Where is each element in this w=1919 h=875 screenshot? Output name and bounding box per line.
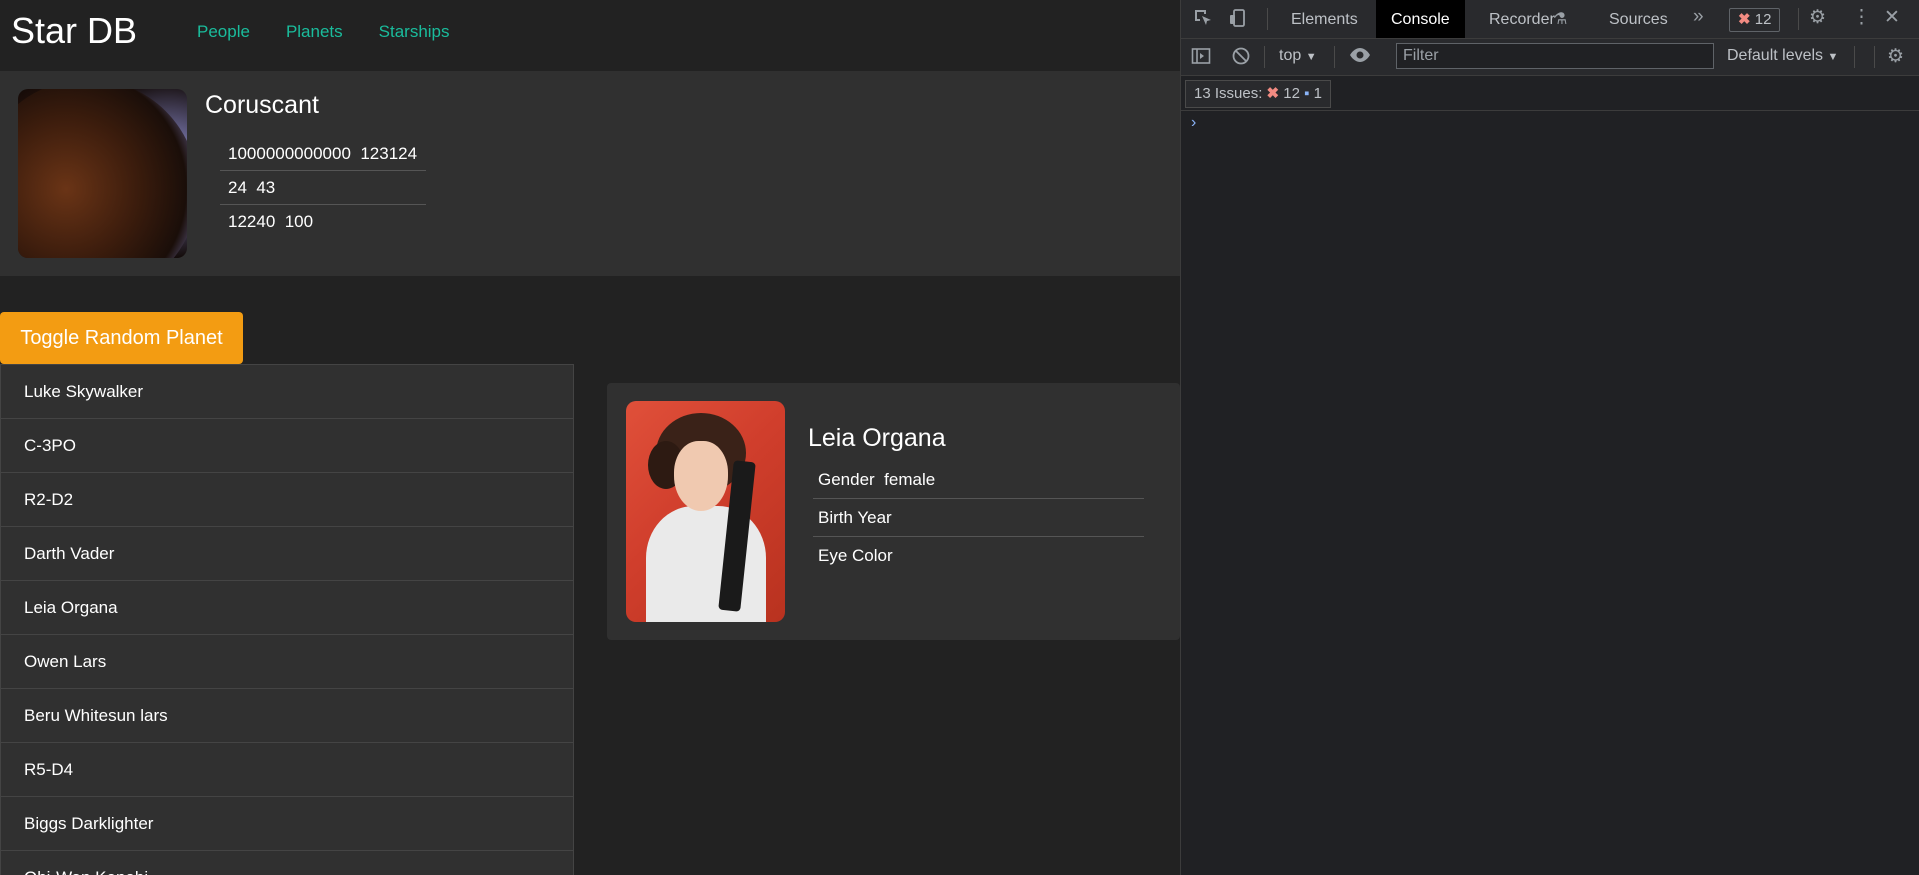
- devtools-tabbar: Elements Console Recorder ⚗ Sources » ✖ …: [1181, 0, 1919, 39]
- list-item[interactable]: Leia Organa: [1, 581, 573, 635]
- console-prompt[interactable]: ›: [1191, 114, 1196, 132]
- more-tabs-icon[interactable]: »: [1693, 6, 1704, 28]
- planet-image: [18, 89, 187, 258]
- log-levels-dropdown[interactable]: Default levels ▼: [1727, 47, 1838, 65]
- toggle-random-planet-button[interactable]: Toggle Random Planet: [0, 312, 243, 364]
- list-item[interactable]: R5-D4: [1, 743, 573, 797]
- devtools-panel: Elements Console Recorder ⚗ Sources » ✖ …: [1180, 0, 1919, 875]
- console-filter-input[interactable]: [1396, 43, 1714, 69]
- issue-info-icon: ▪: [1304, 85, 1310, 102]
- error-count-badge[interactable]: ✖ 12: [1729, 8, 1781, 32]
- issue-info-count: 1: [1313, 85, 1322, 102]
- list-item[interactable]: Owen Lars: [1, 635, 573, 689]
- issues-bar: 13 Issues: ✖ 12 ▪ 1: [1181, 76, 1919, 111]
- list-item[interactable]: C-3PO: [1, 419, 573, 473]
- chevron-down-icon: ▼: [1305, 51, 1317, 63]
- person-detail-row: Birth Year: [813, 499, 1144, 537]
- context-label: top: [1279, 47, 1302, 64]
- device-toolbar-icon[interactable]: [1229, 8, 1249, 34]
- planet-details: 1000000000000 123124 24 43 12240 100: [220, 137, 426, 238]
- inspect-element-icon[interactable]: [1193, 8, 1213, 34]
- flask-icon: ⚗: [1553, 11, 1568, 28]
- planet-name: Coruscant: [205, 91, 319, 119]
- context-selector[interactable]: top ▼: [1279, 47, 1317, 65]
- log-levels-label: Default levels: [1727, 47, 1824, 64]
- person-details-card: Leia Organa Gender female Birth Year Eye…: [607, 383, 1180, 640]
- console-settings-gear-icon[interactable]: ⚙: [1887, 45, 1904, 68]
- list-item[interactable]: R2-D2: [1, 473, 573, 527]
- person-image: [626, 401, 785, 622]
- planet-detail-row: 24 43: [220, 171, 426, 205]
- brand-title[interactable]: Star DB: [11, 10, 137, 52]
- main-nav: People Planets Starships: [197, 22, 486, 42]
- chevron-down-icon: ▼: [1827, 51, 1839, 63]
- sidebar-toggle-icon[interactable]: [1191, 46, 1211, 72]
- nav-starships[interactable]: Starships: [379, 22, 450, 42]
- person-details: Gender female Birth Year Eye Color: [813, 461, 1144, 574]
- issue-error-icon: ✖: [1266, 85, 1280, 102]
- people-list: Luke Skywalker C-3PO R2-D2 Darth Vader L…: [0, 364, 574, 875]
- person-detail-row: Eye Color: [818, 546, 893, 565]
- nav-planets[interactable]: Planets: [286, 22, 343, 42]
- list-item[interactable]: Beru Whitesun lars: [1, 689, 573, 743]
- list-item[interactable]: Luke Skywalker: [1, 365, 573, 419]
- eye-icon[interactable]: [1349, 45, 1371, 71]
- person-detail-row: Gender female: [813, 461, 1144, 499]
- planet-detail-row: 12240 100: [228, 212, 314, 231]
- issues-button[interactable]: 13 Issues: ✖ 12 ▪ 1: [1185, 80, 1331, 108]
- person-name: Leia Organa: [808, 424, 946, 452]
- tab-console[interactable]: Console: [1376, 0, 1465, 38]
- error-icon: ✖: [1738, 11, 1751, 28]
- list-item[interactable]: Biggs Darklighter: [1, 797, 573, 851]
- issues-label: 13 Issues:: [1194, 85, 1263, 102]
- clear-console-icon[interactable]: [1231, 46, 1251, 72]
- settings-gear-icon[interactable]: ⚙: [1809, 6, 1826, 29]
- issue-error-count: 12: [1283, 85, 1300, 102]
- close-icon[interactable]: ✕: [1884, 6, 1900, 29]
- list-item[interactable]: Obi-Wan Kenobi: [1, 851, 573, 875]
- console-toolbar: top ▼ Default levels ▼ ⚙: [1181, 39, 1919, 76]
- nav-people[interactable]: People: [197, 22, 250, 42]
- planet-detail-row: 1000000000000 123124: [220, 137, 426, 171]
- error-count: 12: [1754, 11, 1772, 28]
- list-item[interactable]: Darth Vader: [1, 527, 573, 581]
- app-window: Star DB People Planets Starships Corusca…: [0, 0, 1180, 875]
- kebab-menu-icon[interactable]: ⋮: [1852, 6, 1871, 29]
- tab-elements[interactable]: Elements: [1283, 0, 1366, 38]
- random-planet-panel: Coruscant 1000000000000 123124 24 43 122…: [0, 71, 1180, 276]
- tab-sources[interactable]: Sources: [1601, 0, 1676, 38]
- tab-recorder[interactable]: Recorder: [1481, 0, 1563, 38]
